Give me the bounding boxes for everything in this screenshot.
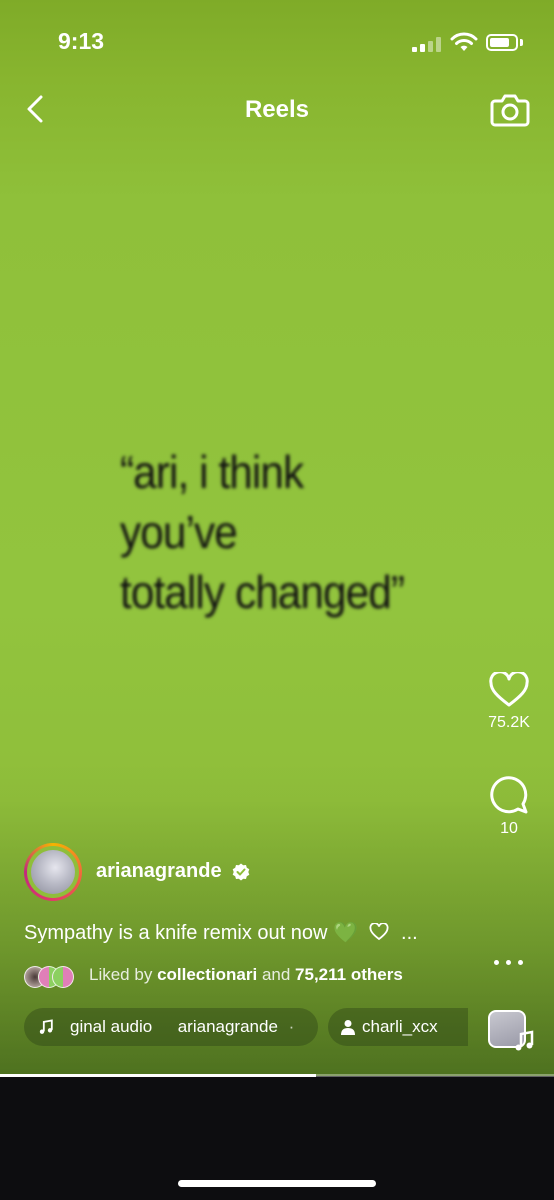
cellular-signal-icon <box>412 36 442 52</box>
quote-line: you’ve <box>120 506 238 558</box>
status-time: 9:13 <box>58 28 105 54</box>
camera-icon[interactable] <box>490 92 530 128</box>
avatar[interactable] <box>24 843 82 901</box>
comment-count: 10 <box>500 820 518 837</box>
quote-line: totally changed” <box>120 566 405 618</box>
liked-by-user[interactable]: collectionari <box>157 965 257 984</box>
liked-by-text[interactable]: Liked by collectionari and 75,211 others <box>89 965 403 985</box>
username[interactable]: arianagrande <box>96 860 222 883</box>
playback-progress-fill <box>0 1074 316 1077</box>
audio-title: ginal audio <box>70 1017 153 1036</box>
audio-separator: · <box>288 1017 295 1036</box>
person-icon <box>341 1020 355 1035</box>
playback-progress[interactable] <box>0 1074 554 1077</box>
verified-badge-icon <box>232 863 250 881</box>
avatar-ring-gap <box>27 846 79 898</box>
page-title: Reels <box>244 96 310 123</box>
quote-line: “ari, i think <box>120 446 304 498</box>
avatar-photo <box>31 850 75 894</box>
collaborator-pill[interactable]: charli_xcx <box>328 1008 468 1046</box>
battery-level <box>490 38 510 47</box>
comment-icon[interactable] <box>489 774 529 814</box>
music-note-icon <box>515 1030 534 1051</box>
audio-marquee: ginal audio arianagrande · <box>70 1017 300 1037</box>
liked-by-others[interactable]: 75,211 others <box>295 965 403 984</box>
reels-screen: “ari, i think you’ve totally changed” 9:… <box>0 0 554 1200</box>
music-note-icon <box>39 1019 53 1034</box>
liked-by-avatars <box>24 966 84 988</box>
liked-by-and: and <box>261 965 291 984</box>
liked-by-prefix: Liked by <box>89 965 153 984</box>
audio-pill[interactable]: ginal audio arianagrande · <box>24 1008 318 1046</box>
like-count: 75.2K <box>488 714 530 731</box>
caption-text: Sympathy is a knife remix out now 💚 <box>24 922 358 944</box>
caption[interactable]: Sympathy is a knife remix out now 💚 ... <box>24 920 418 945</box>
heart-icon[interactable] <box>489 672 529 708</box>
more-icon[interactable] <box>494 960 524 968</box>
home-indicator[interactable] <box>178 1180 376 1187</box>
liker-avatar <box>52 966 74 988</box>
video-quote-text: “ari, i think you’ve totally changed” <box>120 442 470 622</box>
battery-icon <box>486 34 518 51</box>
audio-artist: arianagrande <box>177 1017 278 1036</box>
comment-action[interactable]: 10 <box>474 774 544 838</box>
battery-tip <box>520 39 523 46</box>
wifi-icon <box>450 32 478 51</box>
caption-more[interactable]: ... <box>401 922 418 944</box>
like-action[interactable]: 75.2K <box>474 672 544 732</box>
collaborator-name: charli_xcx <box>362 1017 438 1036</box>
heart-outline-icon <box>370 923 389 941</box>
